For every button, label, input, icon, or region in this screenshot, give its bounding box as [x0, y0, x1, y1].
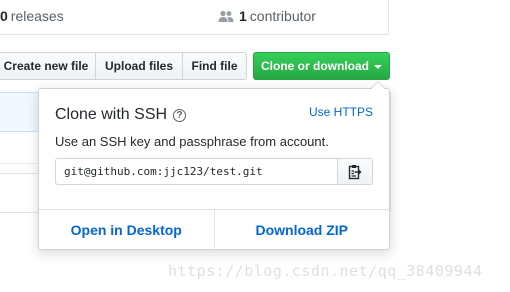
create-new-file-button[interactable]: Create new file: [0, 52, 96, 80]
copy-url-button[interactable]: [338, 158, 373, 185]
open-in-desktop-link[interactable]: Open in Desktop: [39, 210, 214, 250]
file-list-border: [390, 92, 391, 212]
find-file-button[interactable]: Find file: [183, 52, 247, 80]
releases-count: 0: [0, 8, 8, 24]
clone-title: Clone with SSH ?: [55, 106, 187, 124]
clone-dropdown: Clone with SSH ? Use HTTPS Use an SSH ke…: [38, 81, 390, 250]
question-icon[interactable]: ?: [173, 108, 187, 122]
file-list-row: [0, 130, 40, 164]
clone-footer: Open in Desktop Download ZIP: [39, 209, 389, 250]
file-list-row: [0, 173, 40, 213]
clone-button-label: Clone or download: [261, 59, 369, 73]
watermark-text: https://blog.csdn.net/qq_38409944: [168, 262, 483, 280]
contributors-stat[interactable]: 1 contributor: [218, 8, 316, 24]
clone-title-text: Clone with SSH: [55, 106, 168, 123]
contributors-label: contributor: [249, 8, 316, 24]
use-https-link[interactable]: Use HTTPS: [309, 105, 373, 119]
repo-stats-bar: 0 releases 1 contributor: [0, 0, 389, 35]
clone-url-input[interactable]: [55, 158, 338, 185]
file-list-row: [0, 92, 40, 132]
clipboard-icon: [348, 164, 362, 179]
download-zip-link[interactable]: Download ZIP: [213, 210, 390, 250]
clone-url-group: [55, 158, 373, 185]
people-icon: [218, 10, 234, 22]
caret-down-icon: [374, 65, 382, 69]
upload-files-button[interactable]: Upload files: [96, 52, 183, 80]
clone-description: Use an SSH key and passphrase from accou…: [55, 134, 329, 149]
contributors-count: 1: [239, 8, 247, 24]
releases-stat[interactable]: 0 releases: [0, 8, 64, 24]
releases-label: releases: [10, 8, 64, 24]
clone-or-download-button[interactable]: Clone or download: [253, 52, 390, 80]
dropdown-arrow: [370, 81, 386, 89]
